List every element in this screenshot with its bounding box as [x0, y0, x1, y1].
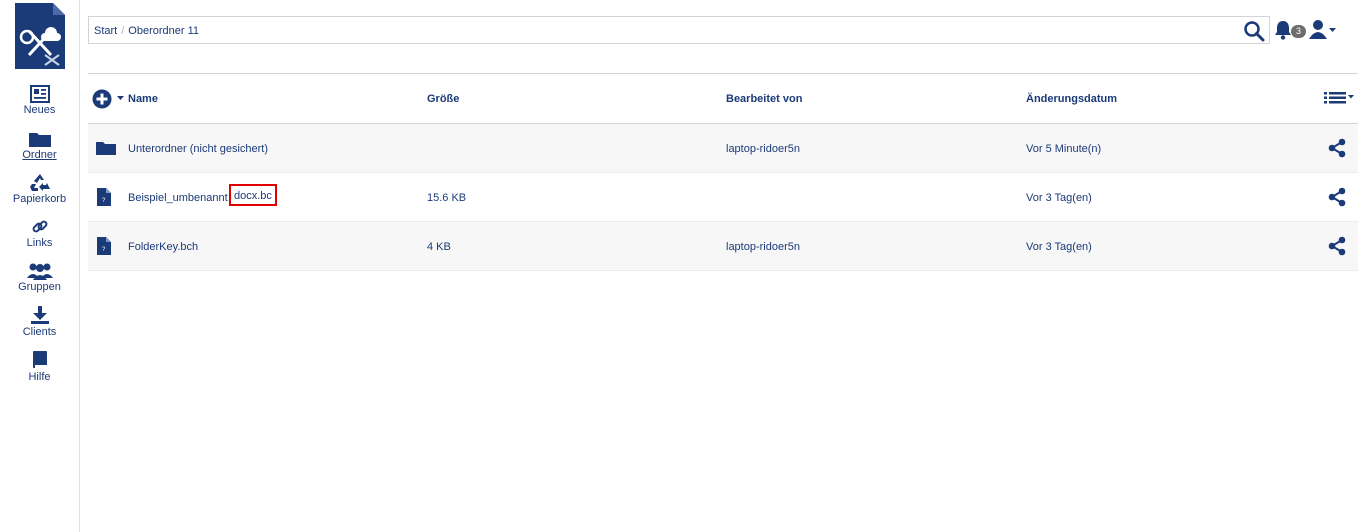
table-row[interactable]: ? FolderKey.bch 4 KB laptop-ridoer5n Vor… — [88, 222, 1358, 271]
sidebar-item-ordner[interactable]: Ordner — [0, 130, 79, 161]
file-modified: Vor 3 Tag(en) — [1026, 192, 1092, 204]
user-icon — [1309, 20, 1327, 39]
sidebar-item-links[interactable]: Links — [0, 218, 79, 249]
column-header-name[interactable]: Name — [128, 93, 158, 105]
sidebar-item-label: Links — [26, 237, 53, 249]
sidebar-item-label: Papierkorb — [12, 193, 67, 205]
search-icon — [1244, 21, 1265, 42]
search-button[interactable] — [1243, 20, 1265, 42]
column-header-modified[interactable]: Änderungsdatum — [1026, 93, 1117, 105]
file-modified: Vor 5 Minute(n) — [1026, 143, 1102, 155]
sidebar-item-hilfe[interactable]: Hilfe — [0, 350, 79, 383]
table-header: Name Größe Bearbeitet von Änderungsdatum — [88, 73, 1358, 124]
sidebar-item-neues[interactable]: Neues — [0, 85, 79, 116]
sidebar-item-label: Neues — [23, 104, 56, 116]
file-name[interactable]: Beispiel_umbenannt — [128, 192, 228, 204]
sidebar: Neues Ordner Papierkorb Links Gruppen Cl… — [0, 0, 80, 532]
file-table: Name Größe Bearbeitet von Änderungsdatum… — [88, 73, 1358, 271]
sidebar-item-label: Clients — [22, 326, 57, 338]
breadcrumb-item-current[interactable]: Oberordner 11 — [128, 25, 199, 37]
sidebar-item-papierkorb[interactable]: Papierkorb — [0, 172, 79, 205]
column-header-edited-by[interactable]: Bearbeitet von — [726, 93, 802, 105]
share-button[interactable] — [1327, 236, 1347, 259]
user-menu-button[interactable] — [1308, 19, 1328, 44]
file-size: 15.6 KB — [427, 192, 467, 204]
breadcrumb: Start / Oberordner 11 — [94, 25, 199, 37]
folder-icon — [28, 133, 51, 147]
file-edited-by: laptop-ridoer5n — [726, 143, 800, 155]
column-header-size[interactable]: Größe — [427, 93, 459, 105]
file-name[interactable]: FolderKey.bch — [128, 241, 198, 253]
book-icon — [32, 351, 47, 368]
share-icon — [1328, 187, 1346, 207]
share-button[interactable] — [1327, 187, 1347, 210]
view-options-button[interactable] — [1324, 92, 1354, 107]
share-icon — [1328, 138, 1346, 158]
file-modified: Vor 3 Tag(en) — [1026, 241, 1092, 253]
link-icon — [32, 220, 47, 233]
download-icon — [30, 306, 49, 324]
newspaper-icon — [29, 85, 50, 103]
sidebar-item-gruppen[interactable]: Gruppen — [0, 262, 79, 293]
notifications-button[interactable] — [1274, 20, 1292, 45]
sidebar-item-clients[interactable]: Clients — [0, 305, 79, 338]
recycle-icon — [29, 174, 50, 191]
chevron-down-icon[interactable] — [117, 96, 124, 100]
users-icon — [26, 263, 53, 280]
add-button[interactable] — [92, 89, 112, 112]
filename-extension-highlight: docx.bc — [229, 184, 277, 206]
chevron-down-icon[interactable] — [1329, 28, 1336, 32]
notification-count-badge: 3 — [1291, 25, 1306, 38]
sidebar-item-label: Hilfe — [28, 371, 51, 383]
bell-icon — [1275, 21, 1291, 40]
share-button[interactable] — [1327, 138, 1347, 161]
share-icon — [1328, 236, 1346, 256]
file-name[interactable]: Unterordner (nicht gesichert) — [128, 143, 268, 155]
sidebar-item-label: Ordner — [22, 149, 57, 161]
plus-circle-icon — [92, 89, 112, 109]
folder-icon — [96, 142, 116, 155]
file-icon: ? — [97, 237, 111, 255]
file-size: 4 KB — [427, 241, 451, 253]
list-icon — [1324, 92, 1354, 104]
file-extension: docx.bc — [234, 190, 272, 202]
breadcrumb-item-start[interactable]: Start — [94, 25, 117, 37]
table-row[interactable]: ? Beispiel_umbenannt docx.bc 15.6 KB Vor… — [88, 173, 1358, 222]
table-row[interactable]: Unterordner (nicht gesichert) laptop-rid… — [88, 124, 1358, 173]
file-edited-by: laptop-ridoer5n — [726, 241, 800, 253]
breadcrumb-separator: / — [121, 25, 125, 37]
file-icon: ? — [97, 188, 111, 206]
search-bar[interactable]: Start / Oberordner 11 — [88, 16, 1270, 44]
sidebar-item-label: Gruppen — [18, 281, 61, 293]
app-logo[interactable] — [15, 3, 65, 69]
